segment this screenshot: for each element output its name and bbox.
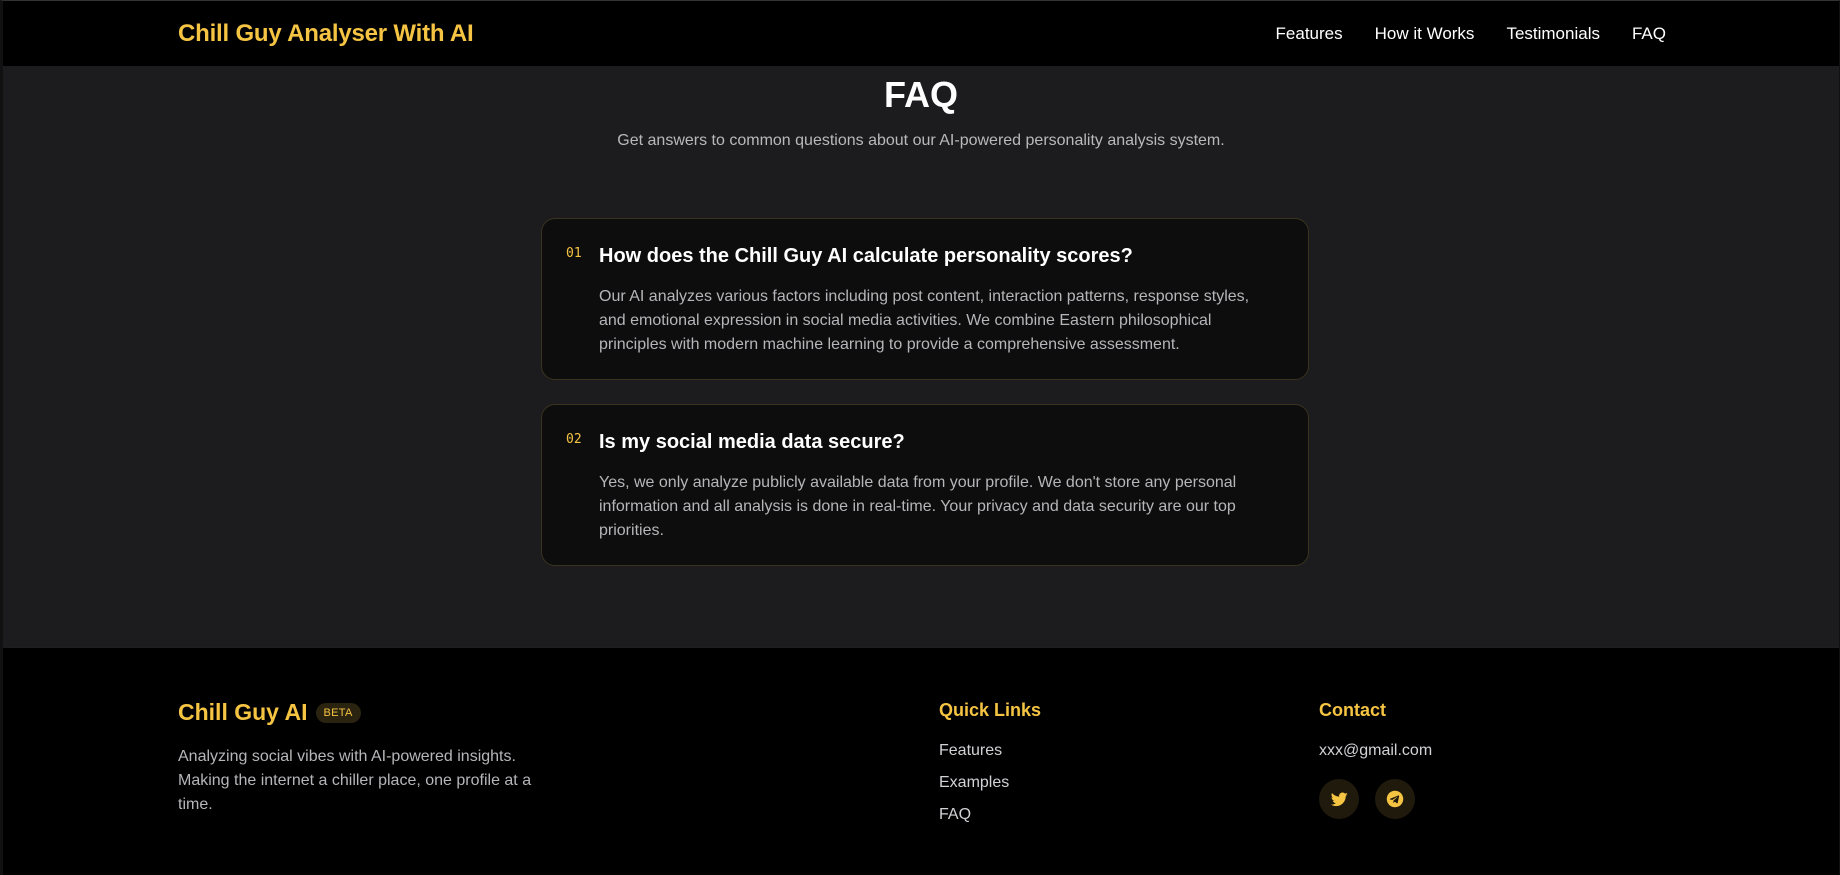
footer: Chill Guy AI BETA Analyzing social vibes… [3,647,1839,875]
twitter-icon [1330,791,1348,806]
beta-badge: BETA [315,702,361,723]
faq-question: Is my social media data secure? [599,431,905,453]
nav-link-testimonials[interactable]: Testimonials [1506,24,1600,44]
contact-title: Contact [1319,700,1386,720]
faq-item[interactable]: 01 How does the Chill Guy AI calculate p… [541,218,1309,380]
quick-link-examples[interactable]: Examples [939,774,1009,806]
nav-link-how-it-works[interactable]: How it Works [1375,24,1475,44]
contact-email[interactable]: xxx@gmail.com [1319,742,1432,760]
nav-links: Features How it Works Testimonials FAQ [1276,24,1666,44]
faq-item[interactable]: 02 Is my social media data secure? Yes, … [541,404,1309,566]
nav-link-features[interactable]: Features [1276,24,1343,44]
footer-brand: Chill Guy AI BETA [178,699,361,726]
quick-links-title: Quick Links [939,700,1042,720]
telegram-button[interactable] [1375,779,1415,819]
twitter-button[interactable] [1319,779,1359,819]
faq-answer: Yes, we only analyze publicly available … [599,474,1237,539]
faq-section: FAQ Get answers to common questions abou… [3,66,1839,647]
navbar: Chill Guy Analyser With AI Features How … [3,1,1839,66]
brand-logo[interactable]: Chill Guy Analyser With AI [178,20,474,48]
faq-title: FAQ [883,74,958,115]
faq-item-number: 02 [566,432,582,447]
nav-link-faq[interactable]: FAQ [1632,24,1666,44]
quick-link-faq[interactable]: FAQ [939,806,1009,838]
faq-question: How does the Chill Guy AI calculate pers… [599,245,1133,267]
faq-subtitle: Get answers to common questions about ou… [617,132,1225,149]
faq-answer: Our AI analyzes various factors includin… [599,288,1250,353]
social-links [1319,779,1415,819]
quick-link-features[interactable]: Features [939,742,1009,774]
footer-brand-name[interactable]: Chill Guy AI [178,699,308,726]
telegram-icon [1386,790,1404,808]
footer-description: Analyzing social vibes with AI-powered i… [178,748,532,813]
page: Chill Guy Analyser With AI Features How … [0,0,1840,875]
quick-links-list: Features Examples FAQ [939,742,1009,838]
faq-item-number: 01 [566,246,582,261]
